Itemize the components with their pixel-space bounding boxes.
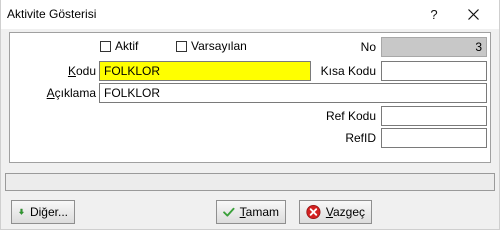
ref-id-label: RefID [345,131,376,145]
no-value: 3 [475,40,482,54]
aciklama-value: FOLKLOR [104,86,161,100]
vazgec-label-rest: azgeç [332,205,365,219]
vazgec-button[interactable]: Vazgeç [299,200,372,224]
no-label: No [360,40,376,54]
kodu-label: Kodu [30,64,96,78]
dialog-window: Aktivite Gösterisi ? Aktif Varsayılan No… [0,0,500,230]
tamam-label: Tamam [240,205,279,219]
aktif-label: Aktif [115,39,139,53]
ref-kodu-label: Ref Kodu [325,109,376,123]
window-title: Aktivite Gösterisi [7,7,97,21]
varsayilan-checkbox-box[interactable] [176,40,187,52]
varsayilan-label: Varsayılan [191,39,247,53]
help-label: ? [430,7,438,22]
aciklama-label-accel: A [46,86,55,100]
kodu-input[interactable]: FOLKLOR [99,61,311,81]
diger-label: Diğer... [30,205,68,219]
kisa-kodu-input[interactable] [381,61,487,81]
status-bar [5,173,495,191]
kisa-kodu-label: Kısa Kodu [320,64,376,78]
vazgec-label: Vazgeç [326,205,365,219]
aktif-checkbox-box[interactable] [100,40,111,52]
diger-label-tail: ... [57,205,68,219]
close-icon [467,9,479,20]
aciklama-input[interactable]: FOLKLOR [99,83,487,103]
ref-kodu-input[interactable] [381,106,487,126]
cancel-icon [306,204,321,220]
vazgec-label-accel: V [325,205,333,219]
aciklama-label-rest: çıklama [54,86,96,100]
form-panel: Aktif Varsayılan No 3 Kodu FOLKLOR Kısa … [9,32,491,163]
close-button[interactable] [453,0,493,29]
aktif-checkbox[interactable]: Aktif [100,39,138,53]
kodu-label-rest: odu [75,64,96,78]
checkmark-icon [223,207,235,217]
diger-label-main: Diğer [29,205,58,219]
kodu-label-accel: K [67,64,76,78]
diger-button[interactable]: Diğer... [11,200,75,224]
no-field: 3 [381,37,487,57]
help-button[interactable]: ? [414,0,454,29]
tamam-button[interactable]: Tamam [216,200,286,224]
tamam-label-rest: amam [245,205,279,219]
arrow-down-icon [18,208,25,215]
title-bar: Aktivite Gösterisi ? [1,0,499,29]
kodu-value: FOLKLOR [104,64,161,78]
varsayilan-checkbox[interactable]: Varsayılan [176,39,247,53]
aciklama-label: Açıklama [20,86,96,100]
ref-id-input[interactable] [381,128,487,148]
